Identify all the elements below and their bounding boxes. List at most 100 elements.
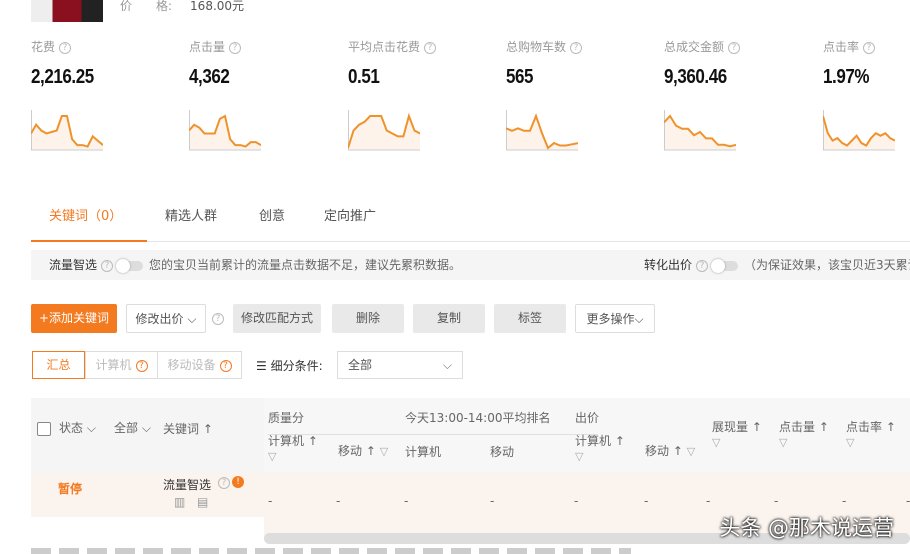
help-icon[interactable]: ? (424, 41, 437, 54)
filter-select[interactable]: 全部 ⌵ (337, 351, 463, 379)
help-icon[interactable]: ? (570, 41, 583, 54)
table-header: 状态 ⌵ 全部 ⌵ 关键词 ↑ 质量分 今天13:00-14:00平均排名 出价… (31, 398, 910, 472)
help-icon[interactable]: ? (229, 41, 242, 54)
add-keyword-button[interactable]: +添加关键词 (31, 304, 117, 333)
help-icon[interactable]: ? (101, 259, 114, 272)
metric-sparkline (348, 110, 420, 151)
more-actions-dropdown[interactable]: 更多操作⌵ (575, 304, 655, 333)
clicks-header[interactable]: 点击量 ↑ ▽ (779, 418, 829, 449)
help-icon[interactable]: ? (863, 41, 876, 54)
help-icon[interactable]: ? (696, 259, 709, 272)
notice-text: 您的宝贝当前累计的流量点击数据不足，建议先累积数据。 (149, 258, 462, 272)
tab-targeting[interactable]: 定向推广 (324, 205, 376, 224)
ctr-header[interactable]: 点击率 ↑ ▽ (846, 418, 896, 449)
impressions-header[interactable]: 展现量 ↑ ▽ (712, 418, 762, 449)
metric-sparkline (664, 110, 736, 151)
empty-cell: - (906, 494, 910, 508)
watermark: 头条 @那木说运营 (719, 516, 894, 540)
tab-creative[interactable]: 创意 (259, 205, 285, 224)
quality-pc-header[interactable]: 计算机 ↑ ▽ (268, 432, 318, 463)
rank-pc-header: 计算机 (405, 445, 442, 459)
metric-label: 平均点击花费 (348, 40, 421, 54)
metric-card: 花费? 2,216.25 (31, 38, 181, 151)
select-all-checkbox[interactable] (37, 422, 51, 436)
empty-cell: - (574, 494, 579, 508)
rank-mobile-header: 移动 (490, 445, 515, 459)
filter-icon: ▽ (712, 436, 721, 449)
metric-card: 总购物车数? 565 (506, 38, 656, 151)
active-tab-underline (31, 240, 147, 242)
filter-icon: ▽ (779, 436, 788, 449)
metric-card: 总成交金额? 9,360.46 (664, 38, 814, 151)
traffic-smart-toggle[interactable] (116, 258, 144, 273)
copy-button[interactable]: 复制 (413, 304, 485, 333)
info-icon[interactable]: ! (232, 476, 244, 488)
metric-value: 1.97% (823, 66, 870, 88)
metric-card: 点击量? 4,362 (189, 38, 339, 151)
product-price: 价 格: 168.00元 (120, 0, 245, 13)
bid-header: 出价 (575, 411, 600, 425)
help-icon[interactable]: ? (728, 41, 741, 54)
tab-bar: 关键词（0） 精选人群 创意 定向推广 (31, 200, 910, 242)
keyword-column-header[interactable]: 关键词 ↑ (163, 420, 213, 437)
segment-mobile[interactable]: 移动设备? (157, 351, 242, 379)
metric-sparkline (506, 110, 578, 151)
metric-label: 总成交金额 (664, 40, 725, 54)
metric-label: 花费 (31, 40, 56, 54)
traffic-smart-label: 流量智选 (49, 258, 98, 272)
conversion-bid-toggle[interactable] (711, 258, 739, 273)
quality-mobile-header[interactable]: 移动 ↑ ▽ (338, 442, 388, 459)
help-icon[interactable]: ? (212, 313, 224, 325)
clipboard-icon[interactable]: ▤ (197, 495, 208, 509)
row-status[interactable]: 暂停 (58, 480, 82, 497)
metric-value: 4,362 (189, 66, 230, 88)
bid-mobile-header[interactable]: 移动 ↑ ▽ (645, 442, 695, 459)
all-column-filter[interactable]: 全部 ⌵ (114, 419, 151, 436)
help-icon[interactable]: ? (59, 41, 72, 54)
empty-cell: - (774, 494, 779, 508)
empty-cell: - (842, 494, 847, 508)
bid-pc-header[interactable]: 计算机 ↑ ▽ (575, 432, 625, 463)
chevron-down-icon: ⌵ (442, 358, 452, 372)
conversion-notice-text: （为保证效果，该宝贝近3天累计 (744, 258, 910, 272)
product-thumbnail[interactable] (31, 0, 103, 22)
segment-summary[interactable]: 汇总 (32, 351, 85, 379)
chevron-down-icon: ⌵ (187, 312, 197, 326)
chevron-down-icon: ⌵ (634, 312, 644, 326)
conversion-bid-label: 转化出价 (644, 258, 693, 272)
delete-button[interactable]: 删除 (332, 304, 404, 333)
bar-chart-icon[interactable]: ▥ (174, 495, 185, 509)
segment-pc[interactable]: 计算机? (85, 351, 158, 379)
metric-value: 2,216.25 (31, 66, 94, 88)
row-keyword: 流量智选 (163, 478, 212, 492)
tab-keywords[interactable]: 关键词（0） (49, 205, 122, 224)
empty-cell: - (404, 494, 409, 508)
metric-value: 565 (506, 66, 534, 88)
filter-icon: ▽ (686, 445, 696, 458)
quality-score-header: 质量分 (268, 411, 305, 425)
empty-cell: - (268, 494, 273, 508)
metric-sparkline (189, 110, 261, 151)
sparkline-area (31, 116, 103, 150)
modify-match-button[interactable]: 修改匹配方式 (233, 304, 321, 333)
metric-label: 点击率 (823, 40, 860, 54)
tag-button[interactable]: 标签 (494, 304, 566, 333)
metric-value: 0.51 (348, 66, 380, 88)
tab-audience[interactable]: 精选人群 (165, 205, 217, 224)
list-icon: ☰ (256, 359, 267, 373)
status-column-filter[interactable]: 状态 ⌵ (59, 419, 96, 436)
metric-card: 点击率? 1.97% (823, 38, 910, 151)
help-icon[interactable]: ? (218, 477, 230, 489)
metric-card: 平均点击花费? 0.51 (348, 38, 498, 151)
metric-label: 总购物车数 (506, 40, 567, 54)
avg-rank-header: 今天13:00-14:00平均排名 (405, 411, 551, 425)
metric-value: 9,360.46 (664, 66, 727, 88)
modify-bid-dropdown[interactable]: 修改出价 ⌵ (126, 304, 206, 333)
notice-bar: 流量智选? 您的宝贝当前累计的流量点击数据不足，建议先累积数据。 转化出价? （为保… (31, 250, 910, 280)
empty-cell: - (706, 494, 711, 508)
metric-sparkline (31, 110, 103, 151)
empty-cell: - (490, 494, 495, 508)
filter-icon: ▽ (268, 450, 277, 463)
metric-sparkline (823, 110, 895, 151)
empty-cell: - (336, 494, 341, 508)
